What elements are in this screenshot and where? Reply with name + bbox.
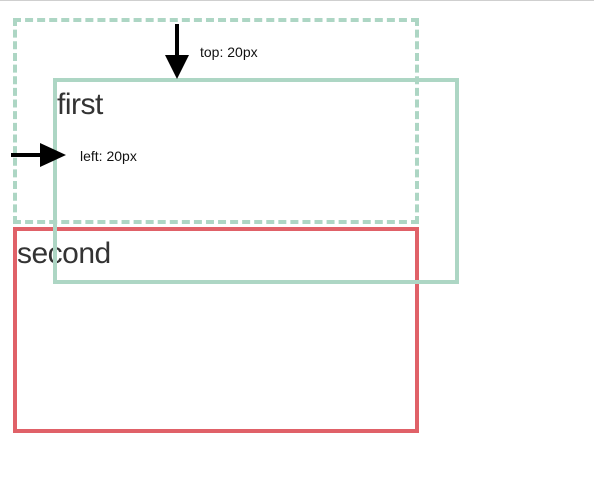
first-box: first	[53, 78, 459, 284]
page-top-rule	[0, 0, 594, 1]
arrow-down-icon	[165, 24, 189, 79]
arrow-right-icon	[11, 143, 66, 167]
left-offset-label: left: 20px	[80, 148, 137, 164]
top-offset-label: top: 20px	[200, 44, 258, 60]
first-box-label: first	[57, 88, 103, 121]
